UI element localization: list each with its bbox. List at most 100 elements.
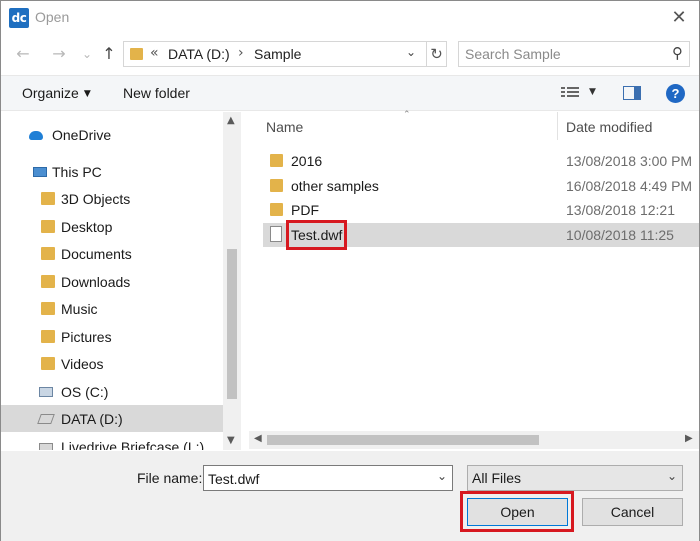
file-name: other samples [291, 178, 379, 194]
nav-item-videos[interactable]: Videos [1, 350, 223, 377]
file-date: 10/08/2018 11:25 [566, 227, 674, 243]
file-row-2016[interactable]: 2016 13/08/2018 3:00 PM [263, 149, 699, 173]
file-list: Name ⌃ Date modified 2016 13/08/2018 3:0… [249, 110, 699, 450]
address-bar[interactable]: « DATA (D:) › Sample ⌄ ↻ [123, 41, 447, 67]
file-date: 16/08/2018 4:49 PM [566, 178, 693, 194]
nav-item-label: Downloads [61, 274, 131, 290]
column-header-date-modified[interactable]: Date modified [566, 119, 652, 149]
file-name-combobox[interactable]: ⌄ [203, 465, 453, 491]
drive-icon [39, 387, 53, 397]
nav-item-label: DATA (D:) [61, 411, 123, 427]
organize-button[interactable]: Organize ▼ [22, 85, 91, 101]
nav-item-music[interactable]: Music [1, 295, 223, 322]
view-options-caret-icon[interactable]: ▼ [589, 87, 596, 97]
back-arrow-icon[interactable]: ← [13, 44, 33, 64]
nav-item-documents[interactable]: Documents [1, 240, 223, 267]
file-type-select[interactable]: All Files ⌄ [467, 465, 683, 491]
cancel-button[interactable]: Cancel [582, 498, 683, 526]
nav-item-this-pc[interactable]: This PC [1, 158, 223, 185]
address-dropdown-icon[interactable]: ⌄ [406, 45, 416, 59]
open-button[interactable]: Open [467, 498, 568, 526]
nav-item-downloads[interactable]: Downloads [1, 268, 223, 295]
nav-item-onedrive[interactable]: OneDrive [1, 121, 223, 148]
folder-icon [270, 203, 283, 216]
scrollbar-thumb[interactable] [227, 249, 237, 399]
nav-item-livedrive[interactable]: Livedrive Briefcase (L:) [1, 433, 223, 450]
caret-down-icon: ▼ [83, 89, 91, 99]
scrollbar-thumb[interactable] [267, 435, 539, 445]
recent-locations-chevron-icon[interactable]: ⌄ [77, 44, 97, 64]
file-row-other-samples[interactable]: other samples 16/08/2018 4:49 PM [263, 174, 699, 198]
folder-icon [41, 220, 55, 233]
search-box[interactable]: ⚲ [458, 41, 690, 67]
nav-item-pictures[interactable]: Pictures [1, 323, 223, 350]
scroll-up-icon[interactable]: ▲ [227, 115, 235, 126]
preview-pane-icon[interactable] [623, 86, 641, 100]
breadcrumb-overflow-icon[interactable]: « [150, 45, 159, 61]
folder-icon [41, 302, 55, 315]
breadcrumb-sample[interactable]: Sample [254, 46, 301, 62]
nav-item-label: Videos [61, 356, 104, 372]
file-name-label: File name: [137, 470, 203, 486]
drive-icon [39, 443, 53, 450]
breadcrumb-data-drive[interactable]: DATA (D:) [168, 46, 230, 62]
breadcrumb-separator-icon: › [238, 45, 244, 61]
file-list-horizontal-scrollbar[interactable]: ◀ ▶ [249, 431, 699, 449]
help-icon[interactable]: ? [666, 84, 685, 103]
command-toolbar: Organize ▼ New folder ▼ ? [1, 75, 699, 111]
navigation-pane: OneDrive This PC 3D Objects Desktop Docu… [1, 112, 241, 450]
navigation-pane-scrollbar[interactable]: ▲ ▼ [223, 112, 241, 450]
nav-item-label: 3D Objects [61, 191, 131, 207]
pc-icon [33, 167, 47, 177]
scroll-right-icon[interactable]: ▶ [685, 433, 693, 444]
nav-item-label: Livedrive Briefcase (L:) [61, 439, 205, 450]
folder-icon [41, 275, 55, 288]
folder-icon [270, 179, 283, 192]
dialog-title: Open [35, 9, 70, 25]
column-divider[interactable] [557, 112, 558, 140]
nav-item-label: OS (C:) [61, 384, 109, 400]
app-logo-icon: dc [9, 8, 29, 28]
dialog-footer: File name: ⌄ All Files ⌄ Open Cancel [1, 451, 699, 541]
folder-icon [41, 357, 55, 370]
nav-item-label: This PC [52, 164, 102, 180]
file-name: PDF [291, 202, 319, 218]
change-view-icon[interactable] [561, 85, 579, 101]
document-icon [270, 226, 282, 242]
file-name: 2016 [291, 153, 323, 169]
file-date: 13/08/2018 12:21 [566, 202, 675, 218]
file-name: Test.dwf [291, 227, 343, 243]
onedrive-icon [29, 131, 43, 140]
scroll-down-icon[interactable]: ▼ [227, 435, 235, 446]
navigation-bar: ← → ⌄ ↑ « DATA (D:) › Sample ⌄ ↻ ⚲ [1, 37, 699, 71]
file-row-pdf[interactable]: PDF 13/08/2018 12:21 [263, 198, 699, 222]
title-bar: dc Open ✕ [1, 1, 699, 35]
refresh-icon[interactable]: ↻ [426, 42, 446, 66]
nav-item-3d-objects[interactable]: 3D Objects [1, 185, 223, 212]
chevron-down-icon[interactable]: ⌄ [437, 469, 447, 483]
nav-item-label: Documents [61, 246, 132, 262]
up-arrow-icon[interactable]: ↑ [99, 44, 119, 64]
nav-item-desktop[interactable]: Desktop [1, 213, 223, 240]
scroll-left-icon[interactable]: ◀ [254, 433, 262, 444]
close-icon[interactable]: ✕ [665, 5, 693, 31]
nav-item-label: Desktop [61, 219, 113, 235]
nav-item-label: OneDrive [52, 127, 112, 143]
forward-arrow-icon[interactable]: → [49, 44, 69, 64]
folder-icon [41, 330, 55, 343]
nav-item-data-d[interactable]: DATA (D:) [1, 405, 223, 432]
file-name-input[interactable] [208, 470, 428, 487]
file-date: 13/08/2018 3:00 PM [566, 153, 693, 169]
column-header-name[interactable]: Name [266, 119, 303, 149]
folder-icon [270, 154, 283, 167]
drive-icon [37, 414, 55, 424]
open-file-dialog: dc Open ✕ ← → ⌄ ↑ « DATA (D:) › Sample ⌄… [0, 0, 700, 541]
organize-label: Organize [22, 85, 79, 101]
chevron-down-icon[interactable]: ⌄ [667, 469, 677, 483]
search-input[interactable] [465, 45, 655, 63]
nav-item-os-c[interactable]: OS (C:) [1, 378, 223, 405]
new-folder-button[interactable]: New folder [123, 85, 190, 101]
file-row-test-dwf[interactable]: Test.dwf 10/08/2018 11:25 [263, 223, 699, 247]
search-icon[interactable]: ⚲ [672, 44, 683, 62]
folder-icon [130, 48, 143, 60]
